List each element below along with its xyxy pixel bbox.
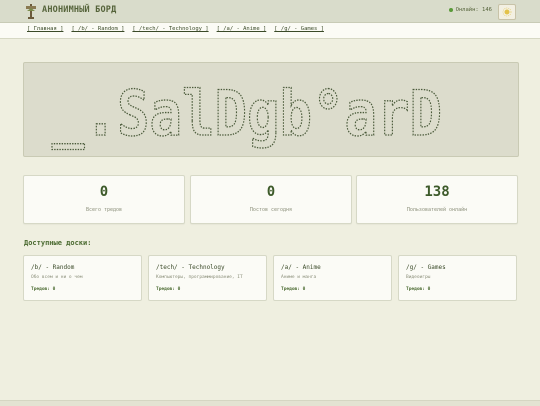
theme-toggle-button[interactable] bbox=[498, 4, 516, 20]
board-description: Аниме и манга bbox=[281, 275, 317, 280]
site-title[interactable]: АНОНИМНЫЙ БОРД bbox=[42, 5, 116, 15]
board-name[interactable]: /b/ - Random bbox=[31, 264, 74, 271]
stat-total-threads: 0 Всего тредов bbox=[23, 175, 185, 224]
nav-link-anime[interactable]: [ /a/ - Anime ] bbox=[217, 26, 267, 32]
top-bar: АНОНИМНЫЙ БОРД Онлайн: 146 bbox=[0, 0, 540, 23]
footer-divider bbox=[0, 400, 540, 406]
ascii-art-text: _.SalDgb°arD bbox=[52, 77, 442, 150]
board-card-tech[interactable]: /tech/ - Technology Компьютеры, программ… bbox=[148, 255, 267, 301]
board-nav: [ Главная ] [ /b/ - Random ] [ /tech/ - … bbox=[0, 23, 540, 39]
boards-heading: Доступные доски: bbox=[24, 239, 92, 247]
stat-label: Пользователей онлайн bbox=[406, 207, 468, 213]
board-name[interactable]: /g/ - Games bbox=[406, 264, 446, 271]
ascii-art-logo: _.SalDgb°arD bbox=[51, 76, 442, 150]
board-description: Видеоигры bbox=[406, 275, 431, 280]
board-thread-count: Тредов: 0 bbox=[281, 287, 306, 292]
tree-sign-icon[interactable] bbox=[24, 3, 38, 19]
board-name[interactable]: /tech/ - Technology bbox=[156, 264, 225, 271]
stat-value: 138 bbox=[424, 184, 450, 200]
nav-link-random[interactable]: [ /b/ - Random ] bbox=[71, 26, 124, 32]
board-card-anime[interactable]: /a/ - Anime Аниме и манга Тредов: 0 bbox=[273, 255, 392, 301]
board-thread-count: Тредов: 0 bbox=[31, 287, 56, 292]
board-thread-count: Тредов: 0 bbox=[406, 287, 431, 292]
stat-value: 0 bbox=[99, 184, 109, 200]
stat-posts-today: 0 Постов сегодня bbox=[190, 175, 352, 224]
stat-users-online: 138 Пользователей онлайн bbox=[356, 175, 518, 224]
board-thread-count: Тредов: 0 bbox=[156, 287, 181, 292]
board-name[interactable]: /a/ - Anime bbox=[281, 264, 321, 271]
nav-link-home[interactable]: [ Главная ] bbox=[27, 26, 63, 32]
nav-link-games[interactable]: [ /g/ - Games ] bbox=[274, 26, 324, 32]
stat-label: Всего тредов bbox=[85, 207, 123, 213]
nav-link-tech[interactable]: [ /tech/ - Technology ] bbox=[132, 26, 208, 32]
sun-icon bbox=[502, 7, 512, 17]
online-dot-icon bbox=[448, 8, 453, 12]
board-description: Обо всем и ни о чем bbox=[31, 275, 83, 280]
stat-label: Постов сегодня bbox=[249, 207, 293, 213]
board-card-random[interactable]: /b/ - Random Обо всем и ни о чем Тредов:… bbox=[23, 255, 142, 301]
board-card-games[interactable]: /g/ - Games Видеоигры Тредов: 0 bbox=[398, 255, 517, 301]
board-description: Компьютеры, программирование, IT bbox=[156, 275, 243, 280]
online-count: Онлайн: 146 bbox=[455, 7, 492, 13]
ascii-banner: _.SalDgb°arD bbox=[23, 62, 519, 157]
stat-value: 0 bbox=[266, 184, 276, 200]
online-status: Онлайн: 146 bbox=[448, 7, 492, 13]
